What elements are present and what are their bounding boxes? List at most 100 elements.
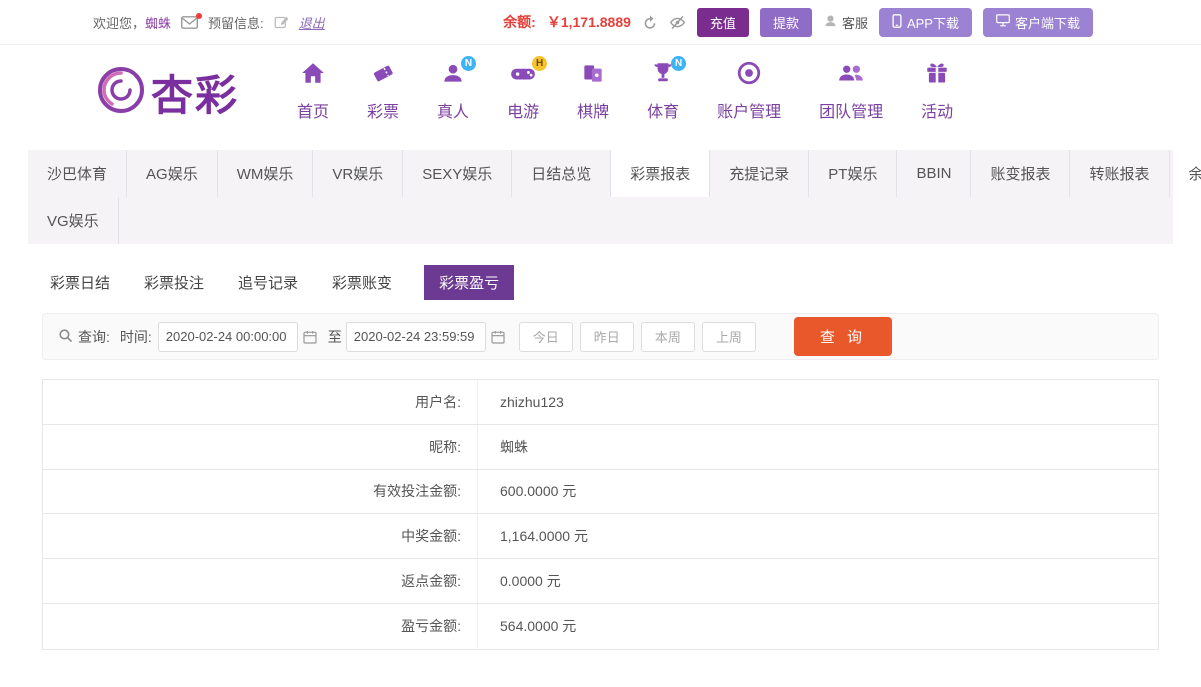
mail-icon[interactable] <box>181 12 203 29</box>
profit-loss-report-table: 用户名: zhizhu123 昵称: 蜘蛛 有效投注金额: 600.0000 元… <box>42 379 1159 650</box>
calendar-icon[interactable] <box>490 329 506 345</box>
lottery-icon <box>370 60 396 91</box>
subtab-lottery-bets[interactable]: 彩票投注 <box>142 265 206 300</box>
nav-item-sports[interactable]: N 体育 <box>647 56 687 122</box>
tab-row-2: VG娱乐 <box>28 197 1173 244</box>
tab-wm[interactable]: WM娱乐 <box>218 150 314 197</box>
table-row: 盈亏金额: 564.0000 元 <box>43 603 1158 649</box>
cards-icon <box>580 60 606 91</box>
subtab-lottery-profit[interactable]: 彩票盈亏 <box>424 265 515 300</box>
hot-badge: H <box>532 56 548 71</box>
brand-name: 杏彩 <box>151 72 240 119</box>
nav-label: 账户管理 <box>717 104 782 121</box>
nav-label: 团队管理 <box>819 104 884 121</box>
tab-balance-query[interactable]: 余额查询 <box>1170 150 1201 197</box>
deposit-button[interactable]: 充值 <box>696 7 749 37</box>
nav-item-account-management[interactable]: 账户管理 <box>717 60 782 122</box>
nav-label: 真人 <box>437 104 470 121</box>
tab-shaba-sports[interactable]: 沙巴体育 <box>28 150 128 197</box>
subtab-lottery-account-change[interactable]: 彩票账变 <box>330 265 394 300</box>
welcome-text: 欢迎您，蜘蛛 <box>93 13 171 32</box>
end-date-input[interactable] <box>345 321 486 352</box>
customer-service-label: 客服 <box>841 15 868 31</box>
query-submit-button[interactable]: 查 询 <box>793 317 893 356</box>
query-label: 查询: <box>78 328 110 345</box>
nav-label: 棋牌 <box>577 104 610 121</box>
table-row: 返点金额: 0.0000 元 <box>43 559 1158 604</box>
edit-icon[interactable] <box>274 15 289 30</box>
topbar: 欢迎您，蜘蛛 预留信息: 退出 余额: ￥1,171.8889 充值 提款 客服 <box>0 0 1201 45</box>
start-date-input[interactable] <box>157 321 298 352</box>
brand-logo[interactable]: 杏彩 <box>95 62 239 123</box>
customer-service-button[interactable]: 客服 <box>823 13 868 32</box>
subtab-lottery-daily[interactable]: 彩票日结 <box>48 265 112 300</box>
report-row-label: 用户名: <box>43 380 478 424</box>
nav-item-home[interactable]: 首页 <box>297 63 329 122</box>
welcome-prefix: 欢迎您， <box>93 15 146 31</box>
table-row: 用户名: zhizhu123 <box>43 380 1158 425</box>
nav-item-team-management[interactable]: 团队管理 <box>819 63 883 122</box>
nav-item-egames[interactable]: H 电游 <box>507 56 548 122</box>
today-button[interactable]: 今日 <box>518 321 573 352</box>
tab-bbin[interactable]: BBIN <box>897 150 972 197</box>
nav-label: 首页 <box>297 104 330 121</box>
target-icon <box>736 60 762 91</box>
nav-label: 彩票 <box>367 104 400 121</box>
nav-item-lottery[interactable]: 彩票 <box>367 63 399 122</box>
nav-label: 体育 <box>647 104 680 121</box>
tab-sexy[interactable]: SEXY娱乐 <box>403 150 513 197</box>
reserved-info-label: 预留信息: <box>208 15 264 31</box>
client-download-button[interactable]: 客户端下载 <box>982 7 1093 37</box>
report-row-value: 0.0000 元 <box>500 573 561 590</box>
home-icon <box>300 60 326 91</box>
tab-deposit-withdraw-records[interactable]: 充提记录 <box>710 150 810 197</box>
tab-account-change-report[interactable]: 账变报表 <box>971 150 1071 197</box>
tab-pt[interactable]: PT娱乐 <box>809 150 898 197</box>
team-icon <box>837 60 865 91</box>
refresh-icon[interactable] <box>642 14 658 30</box>
tab-ag[interactable]: AG娱乐 <box>127 150 218 197</box>
report-row-label: 昵称: <box>43 424 478 469</box>
report-row-value: 1,164.0000 元 <box>500 528 588 545</box>
new-badge: N <box>671 56 687 71</box>
mail-unread-dot <box>196 12 203 19</box>
report-row-value: zhizhu123 <box>500 393 564 410</box>
tab-lottery-report[interactable]: 彩票报表 <box>611 150 711 197</box>
nav-item-live[interactable]: N 真人 <box>437 56 477 122</box>
nav-item-chess[interactable]: 棋牌 <box>577 63 609 122</box>
report-row-label: 返点金额: <box>43 559 478 603</box>
last-week-button[interactable]: 上周 <box>701 321 756 352</box>
report-row-label: 盈亏金额: <box>43 603 478 649</box>
this-week-button[interactable]: 本周 <box>640 321 695 352</box>
search-bar: 查询: 时间: 至 今日 昨日 本周 上周 查 询 <box>42 313 1159 360</box>
subtab-chase-records[interactable]: 追号记录 <box>236 265 300 300</box>
topbar-username[interactable]: 蜘蛛 <box>145 16 171 31</box>
balance-value: ￥1,171.8889 <box>546 14 631 30</box>
tab-vg[interactable]: VG娱乐 <box>28 197 119 244</box>
headset-icon <box>823 13 838 31</box>
new-badge: N <box>461 56 477 71</box>
report-row-value: 564.0000 元 <box>500 618 577 635</box>
calendar-icon[interactable] <box>302 329 318 345</box>
hide-balance-eye-icon[interactable] <box>669 15 686 30</box>
monitor-icon <box>996 14 1010 30</box>
table-row: 昵称: 蜘蛛 <box>43 424 1158 470</box>
yesterday-button[interactable]: 昨日 <box>579 321 634 352</box>
search-icon <box>57 327 74 347</box>
nav-item-activities[interactable]: 活动 <box>921 63 953 122</box>
tab-daily-overview[interactable]: 日结总览 <box>512 150 612 197</box>
to-label: 至 <box>327 328 342 345</box>
app-download-button[interactable]: APP下载 <box>878 7 972 37</box>
lottery-subtabs: 彩票日结 彩票投注 追号记录 彩票账变 彩票盈亏 <box>48 265 1201 300</box>
client-download-label: 客户端下载 <box>1014 15 1080 31</box>
report-tabbar: 沙巴体育 AG娱乐 WM娱乐 VR娱乐 SEXY娱乐 日结总览 彩票报表 充提记… <box>28 150 1201 244</box>
brand-logo-icon <box>95 64 147 121</box>
logout-link[interactable]: 退出 <box>299 13 325 32</box>
withdraw-button[interactable]: 提款 <box>759 7 812 37</box>
main-nav: 首页 彩票 N 真人 H 电游 棋牌 N 体育 账户管理 团队管理 活动 <box>297 56 953 122</box>
nav-label: 电游 <box>507 104 540 121</box>
balance-label: 余额: <box>503 14 536 30</box>
tab-transfer-report[interactable]: 转账报表 <box>1070 150 1170 197</box>
tab-vr[interactable]: VR娱乐 <box>313 150 404 197</box>
tab-row-1: 沙巴体育 AG娱乐 WM娱乐 VR娱乐 SEXY娱乐 日结总览 彩票报表 充提记… <box>28 150 1201 197</box>
